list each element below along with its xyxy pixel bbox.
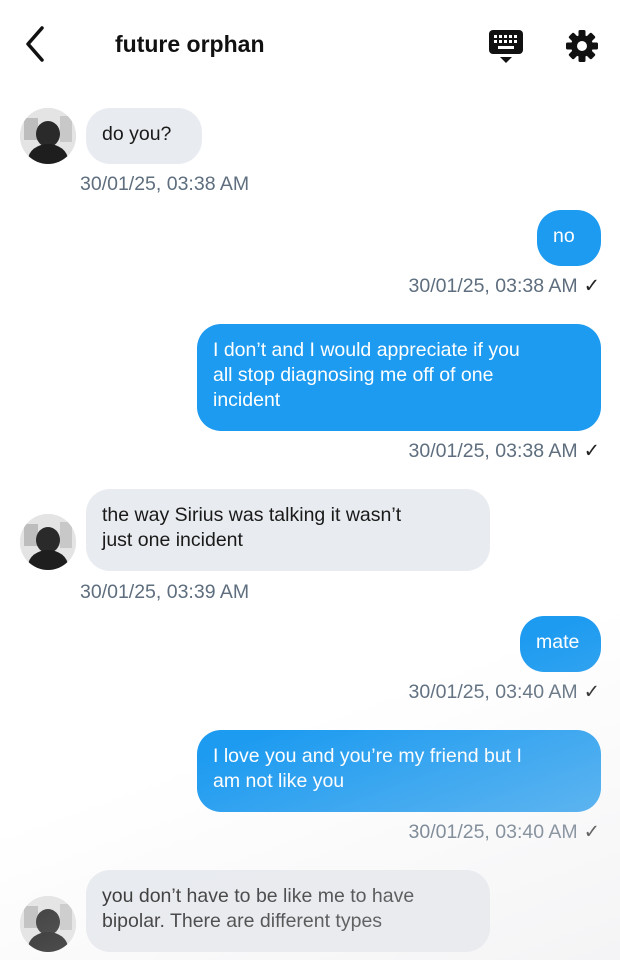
timestamp-text: 30/01/25, 03:38 AM (80, 173, 250, 195)
contact-avatar[interactable] (20, 108, 76, 164)
read-checkmark-icon: ✓ (583, 440, 600, 462)
contact-avatar[interactable] (20, 896, 76, 952)
avatar-photo (20, 896, 76, 952)
message-bubble-outgoing[interactable]: I love you and you’re my friend but I am… (197, 730, 601, 812)
message-bubble-outgoing[interactable]: I don’t and I would appreciate if you al… (197, 324, 601, 431)
settings-button[interactable] (562, 26, 602, 66)
conversation-title: future orphan (115, 31, 265, 57)
dm-conversation-screen: future orphan do you? 30/01/25, 03:38 AM… (0, 0, 620, 960)
message-bubble-incoming[interactable]: you don’t have to be like me to have bip… (86, 870, 490, 952)
read-checkmark-icon: ✓ (583, 275, 600, 297)
message-list: do you? 30/01/25, 03:38 AM no 30/01/25, … (0, 90, 620, 960)
message-bubble-incoming[interactable]: do you? (86, 108, 202, 164)
timestamp-text: 30/01/25, 03:38 AM (408, 275, 578, 297)
message-bubble-incoming[interactable]: the way Sirius was talking it wasn’t jus… (86, 489, 490, 571)
message-timestamp: 30/01/25, 03:38 AM (80, 172, 249, 196)
message-timestamp: 30/01/25, 03:40 AM ✓ (409, 820, 600, 844)
keyboard-icon (489, 30, 523, 63)
gear-icon (566, 30, 598, 62)
message-bubble-outgoing[interactable]: mate (520, 616, 601, 672)
timestamp-text: 30/01/25, 03:39 AM (80, 581, 250, 603)
timestamp-text: 30/01/25, 03:40 AM (408, 821, 578, 843)
avatar-photo (20, 514, 76, 570)
message-timestamp: 30/01/25, 03:39 AM (80, 580, 249, 604)
timestamp-text: 30/01/25, 03:38 AM (408, 440, 578, 462)
avatar-photo (20, 108, 76, 164)
conversation-header: future orphan (0, 0, 620, 90)
back-button[interactable] (18, 24, 54, 64)
message-timestamp: 30/01/25, 03:40 AM ✓ (409, 680, 600, 704)
keyboard-button[interactable] (486, 26, 526, 66)
message-timestamp: 30/01/25, 03:38 AM ✓ (409, 274, 600, 298)
timestamp-text: 30/01/25, 03:40 AM (408, 681, 578, 703)
chevron-left-icon (26, 26, 44, 62)
message-timestamp: 30/01/25, 03:38 AM ✓ (409, 439, 600, 463)
read-checkmark-icon: ✓ (583, 681, 600, 703)
contact-avatar[interactable] (20, 514, 76, 570)
read-checkmark-icon: ✓ (583, 821, 600, 843)
message-bubble-outgoing[interactable]: no (537, 210, 601, 266)
